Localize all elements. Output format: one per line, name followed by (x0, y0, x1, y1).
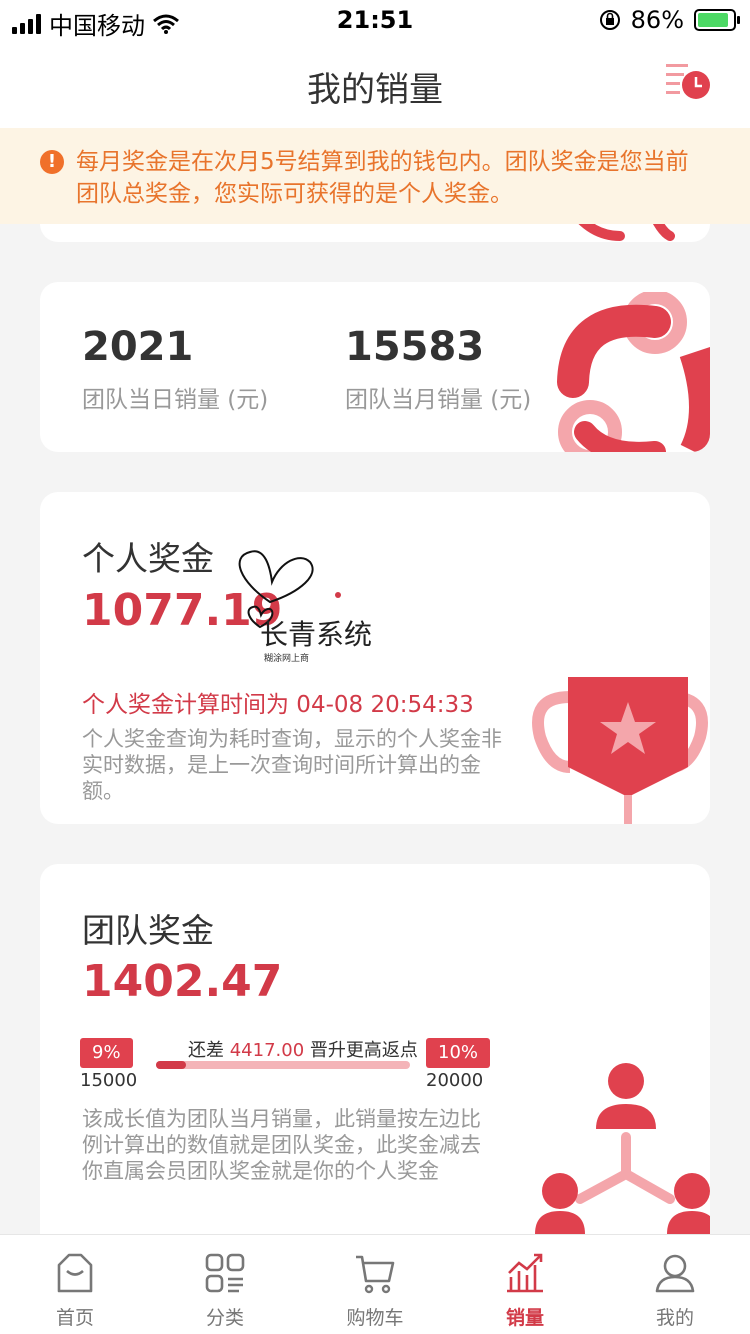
gap-prefix: 还差 (188, 1040, 224, 1061)
team-sales-card: 2021 团队当日销量 (元) 15583 团队当月销量 (元) (40, 282, 710, 452)
personal-bonus-card: 个人奖金 1077.19 个人奖金计算时间为 04-08 20:54:33 个人… (40, 492, 710, 824)
monthly-sales-stat: 15583 团队当月销量 (元) (345, 324, 531, 414)
battery-percent: 86% (630, 6, 684, 34)
monthly-sales-value: 15583 (345, 324, 485, 370)
tab-category-label: 分类 (205, 1307, 244, 1329)
nav-header: 我的销量 (0, 40, 750, 128)
current-threshold: 15000 (80, 1070, 138, 1091)
daily-sales-value: 2021 (82, 324, 194, 370)
tab-sales-label: 销量 (505, 1307, 544, 1329)
tab-cart[interactable]: 购物车 (300, 1235, 450, 1334)
progress-fill (156, 1061, 187, 1069)
team-bonus-card: 团队奖金 1402.47 9% 15000 还差 4417.00 晋升更高返点 … (40, 864, 710, 1234)
notice-text: 每月奖金是在次月5号结算到我的钱包内。团队奖金是您当前团队总奖金，您实际可获得的… (76, 149, 689, 207)
watermark-logo: 长青系统 糊涂网上商 (230, 547, 420, 667)
bottom-tab-bar: 首页 分类 购物车 销量 我的 (0, 1234, 750, 1334)
next-threshold: 20000 (426, 1070, 484, 1091)
progress-bar (156, 1061, 410, 1069)
gap-message: 还差 4417.00 晋升更高返点 (188, 1036, 418, 1062)
team-ring-icon (557, 292, 710, 452)
history-clock-icon[interactable] (666, 60, 714, 104)
daily-sales-label: 团队当日销量 (元) (82, 387, 269, 413)
tab-category[interactable]: 分类 (150, 1235, 300, 1334)
personal-bonus-description: 个人奖金查询为耗时查询，显示的个人奖金非实时数据，是上一次查询时间所计算出的金额… (82, 727, 502, 803)
team-bonus-title: 团队奖金 (82, 911, 214, 950)
personal-bonus-title: 个人奖金 (82, 539, 214, 578)
tab-profile-label: 我的 (655, 1307, 694, 1329)
gap-suffix: 晋升更高返点 (309, 1040, 418, 1061)
tab-profile[interactable]: 我的 (600, 1235, 750, 1334)
warning-icon: ! (40, 150, 64, 174)
watermark-subtext: 糊涂网上商 (264, 654, 310, 664)
trophy-icon (532, 677, 708, 824)
watermark-text: 长青系统 (260, 618, 373, 651)
profile-icon (655, 1254, 695, 1293)
team-bonus-amount: 1402.47 (82, 956, 283, 1007)
monthly-sales-label: 团队当月销量 (元) (345, 387, 532, 413)
calc-time-label: 个人奖金计算时间为 04-08 20:54:33 (82, 692, 474, 718)
tab-home[interactable]: 首页 (0, 1235, 150, 1334)
tab-sales[interactable]: 销量 (450, 1235, 600, 1334)
home-icon (57, 1253, 93, 1293)
current-rate-badge: 9% (80, 1038, 133, 1068)
next-rate-badge: 10% (426, 1038, 491, 1068)
tab-home-label: 首页 (55, 1307, 94, 1329)
sales-chart-icon (507, 1253, 543, 1293)
gap-amount: 4417.00 (229, 1040, 305, 1061)
status-bar: 中国移动 21:51 86% (0, 0, 750, 40)
category-icon (205, 1253, 245, 1293)
notice-banner: ! 每月奖金是在次月5号结算到我的钱包内。团队奖金是您当前团队总奖金，您实际可获… (0, 128, 750, 224)
team-bonus-description: 该成长值为团队当月销量，此销量按左边比例计算出的数值就是团队奖金，此奖金减去你直… (82, 1107, 481, 1183)
team-structure-icon (535, 1063, 710, 1234)
tab-cart-label: 购物车 (346, 1307, 404, 1329)
daily-sales-stat: 2021 团队当日销量 (元) (82, 324, 268, 414)
battery-icon (694, 9, 740, 31)
orientation-lock-icon (599, 10, 620, 30)
page-title: 我的销量 (307, 70, 443, 110)
cart-icon (356, 1255, 395, 1294)
